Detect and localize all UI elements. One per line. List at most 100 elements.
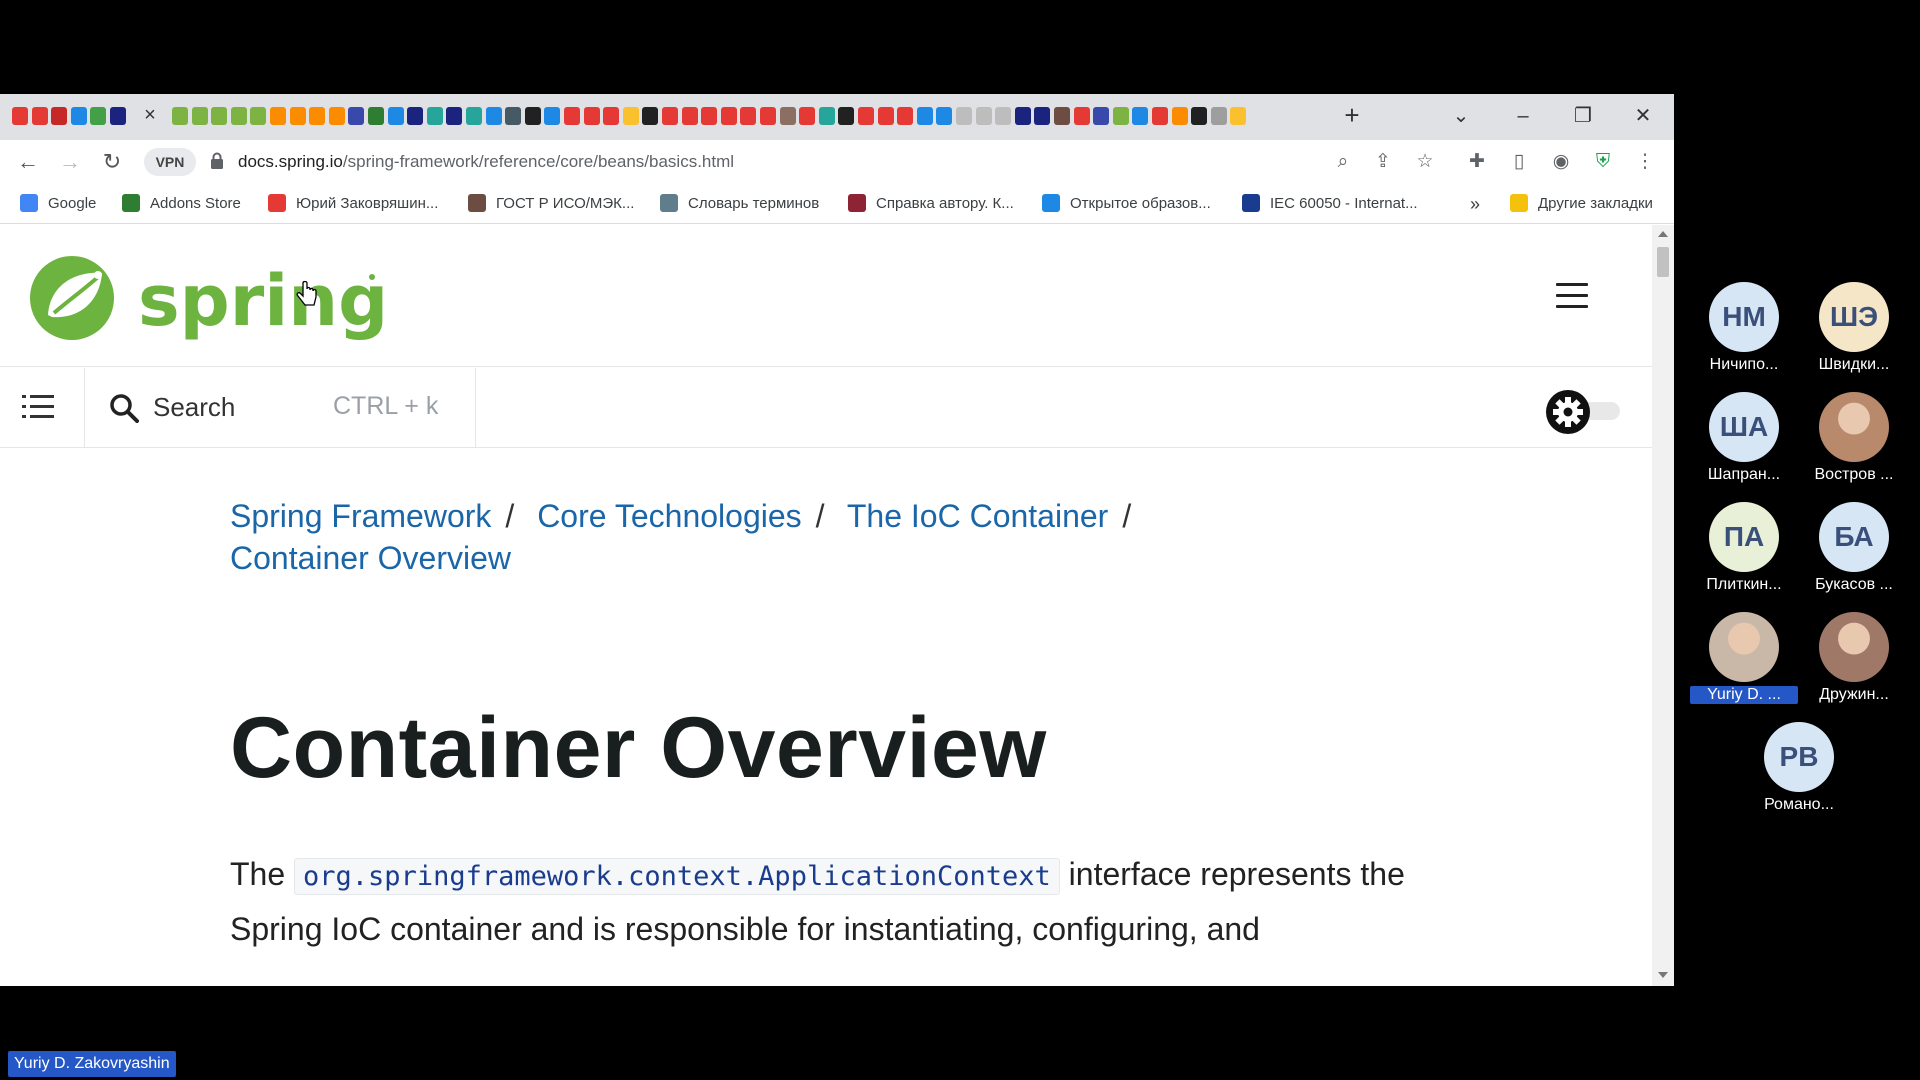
pinned-tab-favicon[interactable] (642, 107, 659, 125)
participant-tile[interactable]: ША Шапран... (1690, 392, 1798, 492)
bookmark-item[interactable]: Открытое образов... (1042, 194, 1211, 214)
bookmark-item[interactable]: Словарь терминов (660, 194, 819, 214)
pinned-tab-favicon[interactable] (211, 107, 228, 125)
participant-tile[interactable]: РВ Романо... (1745, 722, 1853, 822)
pinned-tab-favicon[interactable] (936, 107, 953, 125)
hamburger-menu-icon[interactable] (1556, 283, 1588, 309)
profile-icon[interactable]: ◉ (1548, 149, 1574, 175)
pinned-tab-favicon[interactable] (877, 107, 894, 125)
pinned-tab-favicon[interactable] (1073, 107, 1090, 125)
page-scrollbar[interactable] (1652, 225, 1674, 986)
forward-button[interactable]: → (56, 148, 84, 176)
pinned-tab-favicon[interactable] (1191, 107, 1208, 125)
tab-search-icon[interactable]: ⌄ (1446, 102, 1476, 130)
close-window-button[interactable]: ✕ (1628, 102, 1658, 130)
pinned-tab-favicon[interactable] (1210, 107, 1227, 125)
pinned-tab-favicon[interactable] (328, 107, 345, 125)
pinned-tab-favicon[interactable] (387, 107, 404, 125)
pinned-tab-favicon[interactable] (662, 107, 678, 125)
pinned-tab-favicon[interactable] (1230, 107, 1247, 125)
pinned-tab-favicon[interactable] (309, 107, 326, 125)
pinned-tab-favicon[interactable] (51, 107, 67, 125)
pinned-tab-favicon[interactable] (975, 107, 992, 125)
pinned-tab-favicon[interactable] (1112, 107, 1129, 125)
new-tab-button[interactable]: + (1340, 102, 1364, 128)
back-button[interactable]: ← (14, 148, 42, 176)
pinned-tab-favicon[interactable] (270, 107, 286, 125)
scroll-down-arrow[interactable] (1658, 972, 1668, 978)
reload-button[interactable]: ↻ (98, 148, 126, 176)
pinned-tab-favicon[interactable] (348, 107, 365, 125)
pinned-tab-favicon[interactable] (760, 107, 776, 125)
pinned-tab-favicon[interactable] (191, 107, 208, 125)
side-panel-icon[interactable]: ▯ (1506, 149, 1532, 175)
bookmark-item[interactable]: Addons Store (122, 194, 241, 214)
bookmark-item[interactable]: Google (20, 194, 96, 214)
pinned-tab-favicon[interactable] (289, 107, 306, 125)
participant-tile[interactable]: ПА Плиткин... (1690, 502, 1798, 602)
pinned-tab-favicon[interactable] (544, 107, 561, 125)
pinned-tab-favicon[interactable] (466, 107, 482, 125)
pinned-tab-favicon[interactable] (583, 107, 600, 125)
breadcrumb-link[interactable]: Core Technologies (537, 498, 801, 534)
pinned-tab-favicon[interactable] (1171, 107, 1188, 125)
pinned-tab-favicon[interactable] (995, 107, 1012, 125)
pinned-tab-favicon[interactable] (1054, 107, 1070, 125)
pinned-tab-favicon[interactable] (818, 107, 835, 125)
pinned-tab-favicon[interactable] (1152, 107, 1168, 125)
pinned-tab-favicon[interactable] (564, 107, 580, 125)
bookmark-item[interactable]: Юрий Заковряшин... (268, 194, 438, 214)
pinned-tab-favicon[interactable] (603, 107, 620, 125)
pinned-tab-favicon[interactable] (622, 107, 639, 125)
pinned-tab-favicon[interactable] (740, 107, 757, 125)
pinned-tab-favicon[interactable] (407, 107, 424, 125)
pinned-tab-favicon[interactable] (70, 107, 87, 125)
pinned-tab-favicon[interactable] (446, 107, 463, 125)
bookmark-item[interactable]: IEC 60050 - Internat... (1242, 194, 1418, 214)
search-box[interactable]: Search CTRL + k (84, 368, 476, 448)
pinned-tab-favicon[interactable] (720, 107, 737, 125)
pinned-tab-favicon[interactable] (31, 107, 48, 125)
participant-tile[interactable]: Yuriy D. ... (1690, 612, 1798, 712)
pinned-tab-favicon[interactable] (172, 107, 188, 125)
bookmark-item[interactable]: Другие закладки (1510, 194, 1653, 214)
close-tab-icon[interactable]: × (140, 104, 160, 126)
pinned-tab-favicon[interactable] (1132, 107, 1149, 125)
extensions-icon[interactable]: ✚ (1464, 149, 1490, 175)
bookmark-item[interactable]: ГОСТ Р ИСО/МЭК... (468, 194, 634, 214)
pinned-tab-favicon[interactable] (109, 107, 126, 125)
bookmark-star-icon[interactable]: ☆ (1412, 149, 1438, 175)
address-bar[interactable]: docs.spring.io/spring-framework/referenc… (238, 152, 734, 172)
pinned-tab-favicon[interactable] (779, 107, 796, 125)
bookmark-item[interactable]: Справка автору. К... (848, 194, 1014, 214)
breadcrumb-link[interactable]: Container Overview (230, 540, 511, 576)
spring-logo[interactable]: spring (28, 253, 388, 343)
participant-tile[interactable]: Востров ... (1800, 392, 1908, 492)
pinned-tab-favicon[interactable] (1014, 107, 1031, 125)
lock-icon[interactable] (210, 152, 224, 170)
zoom-icon[interactable]: ⌕ (1330, 149, 1356, 175)
pinned-tab-favicon[interactable] (1034, 107, 1051, 125)
share-icon[interactable]: ⇪ (1370, 149, 1396, 175)
pinned-tab-favicon[interactable] (368, 107, 384, 125)
breadcrumb-link[interactable]: Spring Framework (230, 498, 491, 534)
minimize-button[interactable]: – (1508, 102, 1538, 130)
participant-tile[interactable]: Дружин... (1800, 612, 1908, 712)
theme-toggle[interactable] (1546, 390, 1626, 434)
pinned-tab-favicon[interactable] (524, 107, 541, 125)
pinned-tab-favicon[interactable] (426, 107, 443, 125)
pinned-tab-favicon[interactable] (897, 107, 914, 125)
pinned-tab-favicon[interactable] (956, 107, 972, 125)
pinned-tab-favicon[interactable] (701, 107, 718, 125)
pinned-tab-favicon[interactable] (230, 107, 247, 125)
toc-list-icon[interactable] (22, 392, 54, 422)
pinned-tab-favicon[interactable] (90, 107, 106, 125)
bookmarks-overflow-button[interactable]: » (1470, 194, 1480, 214)
pinned-tab-favicon[interactable] (858, 107, 874, 125)
pinned-tab-favicon[interactable] (681, 107, 698, 125)
pinned-tab-favicon[interactable] (485, 107, 502, 125)
pinned-tab-favicon[interactable] (505, 107, 522, 125)
participant-tile[interactable]: НМ Ничипо... (1690, 282, 1798, 382)
pinned-tab-favicon[interactable] (12, 107, 28, 125)
restore-button[interactable]: ❐ (1568, 102, 1598, 130)
